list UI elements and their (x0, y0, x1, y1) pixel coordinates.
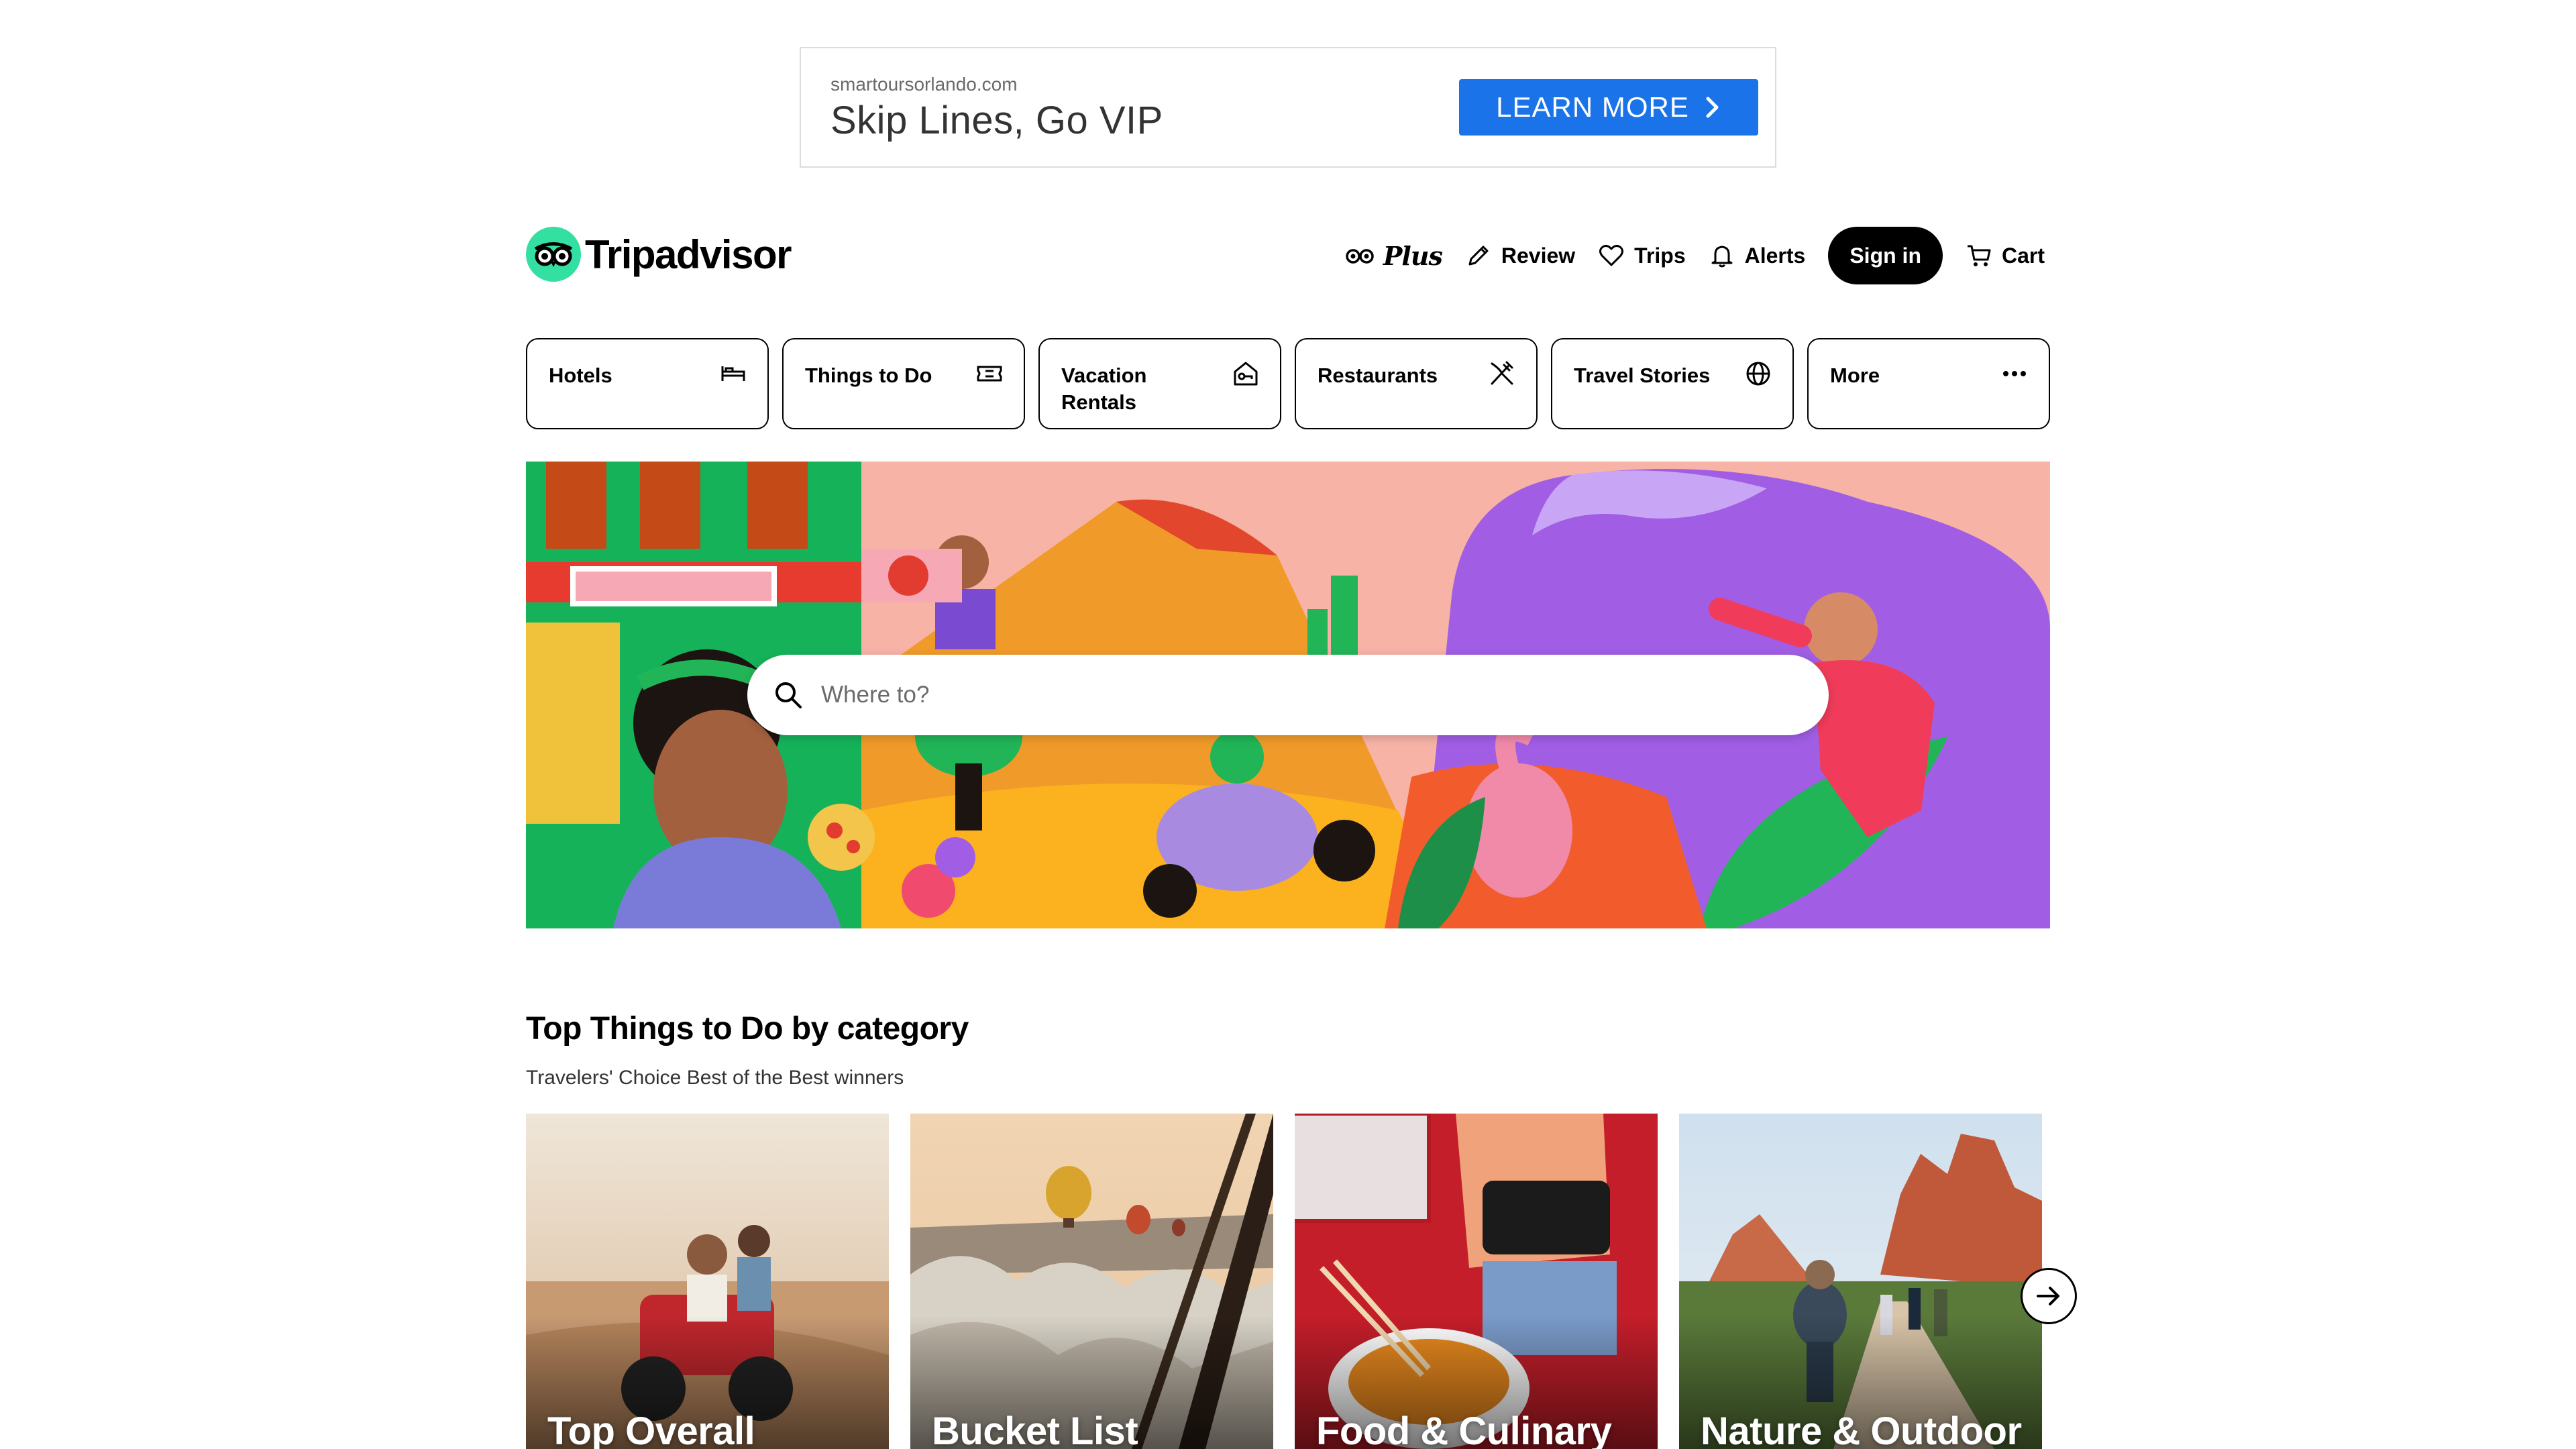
carousel-next-button[interactable] (2021, 1268, 2077, 1324)
category-tiles: Hotels Things to Do Vacation Rentals Res… (526, 338, 2050, 429)
card-image (1679, 1114, 2042, 1449)
cart-label: Cart (2001, 243, 2045, 268)
ad-banner[interactable]: smartoursorlando.com Skip Lines, Go VIP … (800, 47, 1776, 168)
cart-icon (1967, 245, 1991, 266)
ad-headline: Skip Lines, Go VIP (830, 99, 1163, 142)
logo-wordmark: Tripadvisor (585, 231, 792, 277)
tile-restaurants[interactable]: Restaurants (1295, 338, 1538, 429)
review-link[interactable]: Review (1465, 242, 1575, 269)
top-navigation: Plus Review Trips Alerts Sign in Cart (1346, 227, 2045, 284)
card-nature-outdoor[interactable]: Nature & Outdoor (1679, 1114, 2042, 1449)
ad-domain: smartoursorlando.com (830, 74, 1018, 95)
tile-label: Travel Stories (1574, 364, 1711, 387)
search-icon (775, 682, 802, 708)
arrow-right-icon (2037, 1287, 2059, 1305)
globe-icon (1746, 362, 1770, 386)
card-image (1295, 1114, 1658, 1449)
tile-hotels[interactable]: Hotels (526, 338, 769, 429)
pencil-icon (1468, 246, 1489, 266)
card-top-overall[interactable]: Top Overall (526, 1114, 889, 1449)
card-title: Bucket List (932, 1409, 1138, 1449)
card-image (526, 1114, 889, 1449)
search-bar[interactable] (747, 655, 1829, 735)
bed-icon (721, 366, 745, 381)
owl-eyes-icon (1346, 249, 1374, 264)
plus-label: Plus (1383, 240, 1443, 271)
house-key-icon (1234, 362, 1258, 386)
fork-knife-icon (1491, 361, 1513, 385)
card-title: Top Overall (547, 1409, 755, 1449)
category-cards: Top Overall Bucket List Food & Culinary … (526, 1114, 2042, 1449)
tile-more[interactable]: More (1807, 338, 2050, 429)
tile-label: More (1830, 364, 1880, 387)
alerts-label: Alerts (1744, 243, 1806, 268)
tile-label: Hotels (549, 364, 612, 387)
hero-banner (526, 462, 2050, 928)
cart-link[interactable]: Cart (1966, 242, 2045, 269)
search-input[interactable] (821, 682, 1760, 708)
ticket-icon (977, 366, 1002, 382)
alerts-link[interactable]: Alerts (1709, 242, 1806, 269)
trips-link[interactable]: Trips (1598, 242, 1686, 269)
tile-label: Vacation Rentals (1061, 364, 1147, 414)
tile-things-to-do[interactable]: Things to Do (782, 338, 1025, 429)
plus-link[interactable]: Plus (1346, 240, 1443, 271)
heart-icon (1599, 244, 1624, 266)
section-subtitle: Travelers' Choice Best of the Best winne… (526, 1067, 904, 1089)
trips-label: Trips (1634, 243, 1686, 268)
learn-more-button[interactable]: LEARN MORE (1459, 79, 1758, 136)
tripadvisor-logo[interactable]: Tripadvisor (526, 227, 792, 282)
review-label: Review (1501, 243, 1576, 268)
card-title: Nature & Outdoor (1701, 1409, 2022, 1449)
bell-icon (1711, 246, 1733, 268)
section-title: Top Things to Do by category (526, 1011, 969, 1046)
tile-travel-stories[interactable]: Travel Stories (1551, 338, 1794, 429)
owl-logo-icon (526, 227, 581, 282)
tile-vacation-rentals[interactable]: Vacation Rentals (1038, 338, 1281, 429)
card-bucket-list[interactable]: Bucket List (910, 1114, 1273, 1449)
sign-in-button[interactable]: Sign in (1828, 227, 1943, 284)
tile-label: Things to Do (805, 364, 932, 387)
card-image (910, 1114, 1273, 1449)
chevron-right-icon (1706, 97, 1719, 118)
more-icon (2003, 371, 2026, 376)
card-title: Food & Culinary (1316, 1409, 1612, 1449)
learn-more-label: LEARN MORE (1496, 91, 1689, 123)
card-food-culinary[interactable]: Food & Culinary (1295, 1114, 1658, 1449)
tile-label: Restaurants (1318, 364, 1438, 387)
